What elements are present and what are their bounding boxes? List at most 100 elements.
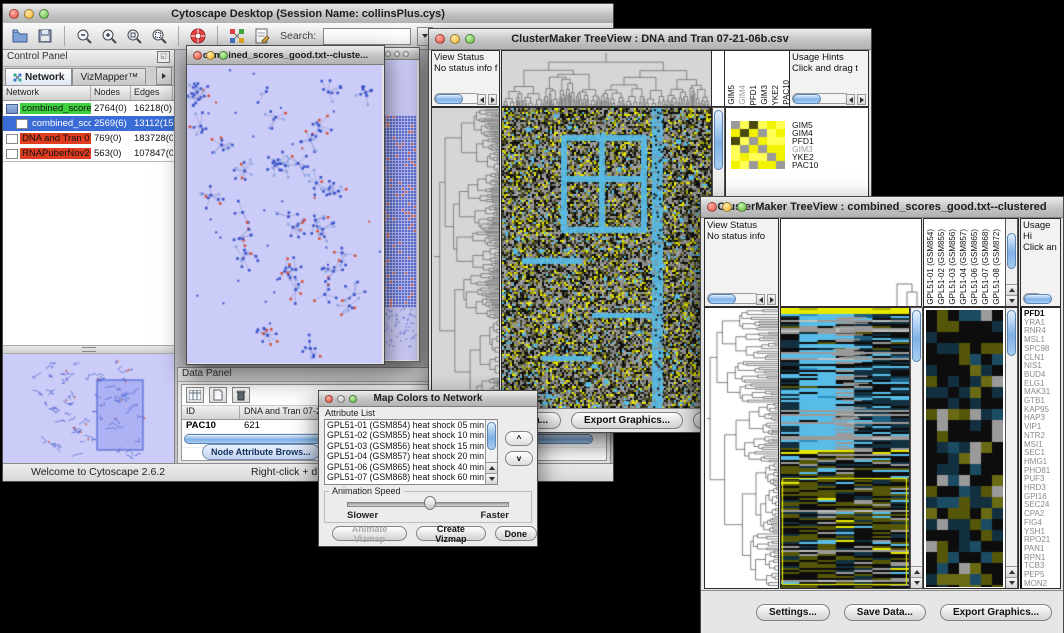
treeview-button[interactable]: Export Graphics... — [571, 412, 683, 429]
view-status-scrollbar[interactable] — [434, 93, 497, 104]
network-view-canvas[interactable] — [187, 65, 382, 363]
heatmap-vscrollbar[interactable] — [910, 307, 923, 589]
column-dendrogram-canvas[interactable] — [502, 51, 711, 106]
scroll-down-icon[interactable] — [1006, 577, 1017, 588]
scroll-up-icon[interactable] — [1006, 284, 1017, 295]
close-button[interactable] — [435, 34, 445, 44]
column-label[interactable]: GIM3 — [760, 85, 769, 105]
vizmapper-nodes-icon[interactable] — [228, 27, 246, 45]
close-button[interactable] — [385, 51, 391, 57]
annotation-icon[interactable] — [253, 27, 271, 45]
close-button[interactable] — [707, 202, 717, 212]
view-status-scrollbar[interactable] — [707, 293, 776, 304]
global-heatmap-canvas[interactable] — [781, 308, 909, 588]
scroll-left-icon[interactable] — [477, 94, 486, 105]
minimize-button[interactable] — [450, 34, 460, 44]
attribute-list-scrollbar[interactable] — [485, 420, 497, 484]
usage-hints-scrollbar[interactable] — [1023, 293, 1058, 304]
zoom-button[interactable] — [349, 395, 357, 403]
scrollbar-thumb[interactable] — [708, 294, 736, 304]
column-label[interactable]: GIM4 — [738, 85, 747, 105]
network-list-row[interactable]: combined_sco 2569(6) 13112(15) — [3, 116, 174, 131]
treeview2-titlebar[interactable]: ClusterMaker TreeView : combined_scores_… — [701, 197, 1063, 218]
move-down-button[interactable]: v — [505, 451, 533, 466]
treeview-button[interactable]: Export Graphics... — [940, 604, 1052, 621]
scroll-left-icon[interactable] — [846, 94, 855, 105]
close-button[interactable] — [325, 395, 333, 403]
zoom-heatmap-canvas[interactable] — [731, 121, 785, 169]
zoom-button[interactable] — [737, 202, 747, 212]
attribute-list-item[interactable]: GPL51-07 (GSM868) heat shock 60 min — [325, 472, 497, 482]
scrollbar-thumb[interactable] — [487, 422, 496, 450]
zoom-selected-icon[interactable] — [125, 27, 143, 45]
column-label[interactable]: GPL51-04 (GSM857) — [959, 229, 968, 305]
row-dendrogram-canvas[interactable] — [432, 108, 499, 408]
move-up-button[interactable]: ^ — [505, 431, 533, 446]
zoom-button[interactable] — [219, 51, 228, 60]
scroll-down-icon[interactable] — [486, 473, 497, 484]
save-session-icon[interactable] — [36, 27, 54, 45]
attribute-list-item[interactable]: GPL51-06 (GSM865) heat shock 40 min — [325, 462, 497, 472]
gene-label[interactable]: MON2 — [1022, 580, 1060, 589]
global-heatmap-canvas[interactable] — [502, 108, 711, 408]
scroll-right-icon[interactable] — [767, 294, 776, 305]
speed-slider-thumb[interactable] — [424, 496, 436, 510]
column-label[interactable]: GPL51-03 (GSM856) — [948, 229, 957, 305]
column-dendrogram-canvas[interactable] — [781, 219, 921, 306]
column-label[interactable]: GPL51-01 (GSM854) — [926, 229, 935, 305]
column-label[interactable]: GIM5 — [727, 85, 736, 105]
attribute-list-item[interactable]: GPL51-04 (GSM857) heat shock 20 min — [325, 451, 497, 461]
panel-splitter[interactable] — [3, 345, 174, 354]
scrollbar-thumb[interactable] — [435, 94, 463, 104]
column-labels-scrollbar[interactable] — [1005, 219, 1018, 306]
main-titlebar[interactable]: Cytoscape Desktop (Session Name: collins… — [3, 4, 613, 24]
scroll-right-icon[interactable] — [488, 94, 497, 105]
dialog-button[interactable]: Animate Vizmap — [332, 526, 407, 541]
zoom-out-icon[interactable] — [75, 27, 93, 45]
column-label[interactable]: YKE2 — [771, 85, 780, 105]
minimize-button[interactable] — [24, 9, 34, 19]
attribute-list-item[interactable]: GPL51-01 (GSM854) heat shock 05 min — [325, 420, 497, 430]
column-label[interactable]: GPL51-06 (GSM865) — [970, 229, 979, 305]
network-window-titlebar[interactable]: combined_scores_good.txt--cluste... — [187, 46, 384, 65]
dialog-button[interactable]: Create Vizmap — [416, 526, 485, 541]
zoom-button[interactable] — [403, 51, 409, 57]
background-network-canvas[interactable] — [382, 60, 417, 360]
search-input[interactable] — [323, 28, 411, 45]
zoom-view-scrollbar[interactable] — [1005, 308, 1018, 588]
network-list-row[interactable]: DNA and Tran 07 769(0) 183728(0) — [3, 131, 174, 146]
column-label[interactable]: GPL51-08 (GSM872) — [992, 229, 1001, 305]
minimize-button[interactable] — [206, 51, 215, 60]
zoom-button[interactable] — [465, 34, 475, 44]
tab-overflow-arrow[interactable] — [156, 67, 172, 85]
float-panel-icon[interactable]: ◱ — [157, 51, 170, 63]
close-button[interactable] — [9, 9, 19, 19]
attribute-list-item[interactable]: GPL51-03 (GSM856) heat shock 15 min — [325, 441, 497, 451]
scroll-up-icon[interactable] — [911, 566, 922, 577]
scrollbar-thumb[interactable] — [1007, 233, 1016, 269]
help-lifebuoy-icon[interactable] — [189, 27, 207, 45]
minimize-button[interactable] — [722, 202, 732, 212]
zoom-fit-icon[interactable] — [150, 27, 168, 45]
open-file-icon[interactable] — [11, 27, 29, 45]
birdseye-canvas[interactable] — [3, 354, 173, 464]
column-label[interactable]: PFD1 — [749, 85, 758, 105]
scroll-left-icon[interactable] — [756, 294, 765, 305]
treeview-button[interactable]: Settings... — [756, 604, 830, 621]
column-label[interactable]: GPL51-07 (GSM868) — [981, 229, 990, 305]
new-attribute-icon[interactable] — [209, 387, 227, 403]
treeview-button[interactable]: Save Data... — [844, 604, 926, 621]
row-dendrogram-canvas[interactable] — [705, 308, 778, 588]
usage-hints-scrollbar[interactable] — [792, 93, 866, 104]
scroll-down-icon[interactable] — [911, 577, 922, 588]
zoom-in-icon[interactable] — [100, 27, 118, 45]
treeview1-titlebar[interactable]: ClusterMaker TreeView : DNA and Tran 07-… — [429, 29, 871, 50]
zoom-heatmap-canvas[interactable] — [926, 310, 1003, 587]
attribute-list-item[interactable]: GPL51-02 (GSM855) heat shock 10 min — [325, 430, 497, 440]
scrollbar-thumb[interactable] — [912, 310, 921, 362]
background-window-titlebar[interactable] — [382, 48, 419, 60]
tab-vizmapper[interactable]: VizMapper™ — [72, 68, 146, 85]
close-button[interactable] — [193, 51, 202, 60]
dialog-button[interactable]: Done — [495, 526, 538, 541]
zoom-button[interactable] — [39, 9, 49, 19]
